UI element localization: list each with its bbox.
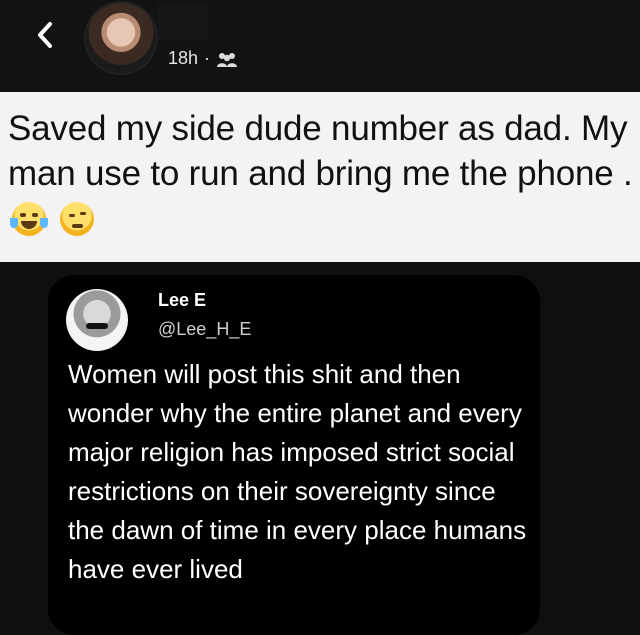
post-text: Saved my side dude number as dad. My man… xyxy=(8,109,633,193)
tweet-author-avatar[interactable] xyxy=(66,289,128,351)
quoted-tweet-card[interactable]: Lee E @Lee_H_E Women will post this shit… xyxy=(48,275,540,635)
post-body: Saved my side dude number as dad. My man… xyxy=(0,92,640,262)
chevron-left-icon xyxy=(38,22,52,48)
mustache-decoration xyxy=(86,323,108,329)
meta-separator: · xyxy=(204,48,211,68)
poster-name-redacted xyxy=(158,4,208,40)
top-bar: 18h · xyxy=(0,0,640,92)
poster-avatar[interactable] xyxy=(86,3,156,73)
tweet-author-name[interactable]: Lee E xyxy=(158,290,206,311)
post-text-container: Saved my side dude number as dad. My man… xyxy=(8,106,638,241)
woozy-face-emoji-icon xyxy=(59,202,94,236)
post-time[interactable]: 18h xyxy=(168,48,198,69)
tears-of-joy-emoji-icon xyxy=(10,202,48,236)
friends-icon[interactable] xyxy=(216,50,238,68)
post-meta: 18h · xyxy=(168,48,238,69)
back-button[interactable] xyxy=(30,18,60,52)
tweet-author-handle[interactable]: @Lee_H_E xyxy=(158,319,251,340)
tweet-text: Women will post this shit and then wonde… xyxy=(68,359,527,584)
